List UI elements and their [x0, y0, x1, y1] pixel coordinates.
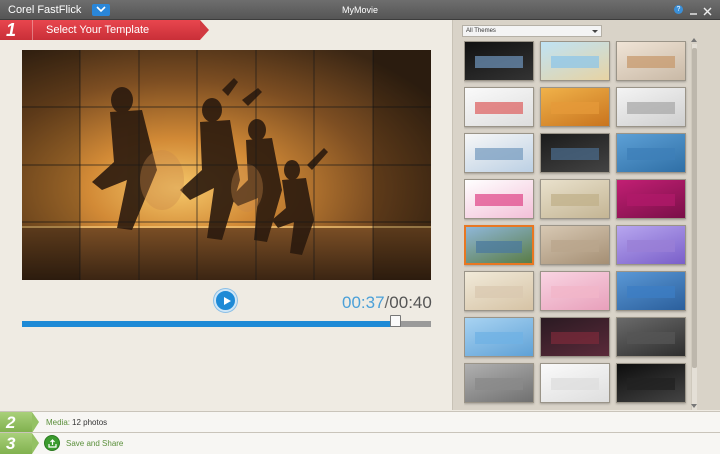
template-thumbnail[interactable] — [540, 271, 610, 311]
template-grid — [464, 41, 688, 410]
template-thumbnail[interactable] — [616, 225, 686, 265]
document-title: MyMovie — [341, 5, 378, 15]
template-thumbnail[interactable] — [616, 41, 686, 81]
template-thumbnail[interactable] — [464, 87, 534, 127]
template-thumbnail-accent — [475, 194, 523, 206]
template-thumbnail[interactable] — [464, 363, 534, 403]
template-thumbnail-accent — [627, 102, 675, 114]
template-thumbnail-accent — [476, 241, 522, 253]
template-thumbnail-accent — [551, 332, 599, 344]
template-thumbnail[interactable] — [464, 271, 534, 311]
step-divider — [32, 20, 33, 40]
template-thumbnail[interactable] — [616, 317, 686, 357]
step-2-number: 2 — [6, 413, 16, 432]
template-thumbnail-accent — [551, 286, 599, 298]
step-1-number: 1 — [6, 20, 17, 40]
template-thumbnail-accent — [551, 56, 599, 68]
template-thumbnail[interactable] — [464, 179, 534, 219]
template-thumbnail-accent — [627, 332, 675, 344]
template-thumbnail[interactable] — [616, 133, 686, 173]
step-3-number: 3 — [6, 434, 16, 453]
title-bar: Corel FastFlick MyMovie ? — [0, 0, 720, 20]
play-icon — [224, 297, 231, 305]
media-label: Media: — [46, 418, 71, 427]
total-time: 00:40 — [389, 293, 432, 312]
template-thumbnail-accent — [551, 240, 599, 252]
preview-grid-overlay — [22, 50, 431, 280]
progress-fill — [22, 321, 396, 327]
theme-filter-value: All Themes — [466, 28, 496, 34]
template-thumbnail[interactable] — [540, 133, 610, 173]
timecode: 00:37/00:40 — [342, 293, 432, 313]
template-thumbnail[interactable] — [540, 41, 610, 81]
step-3-tab: 3 — [0, 433, 39, 454]
step-2-row[interactable]: 2 Media: 12 photos — [0, 411, 720, 433]
scrollbar-thumb[interactable] — [692, 48, 697, 368]
scroll-up-icon[interactable] — [691, 38, 697, 42]
template-thumbnail[interactable] — [540, 179, 610, 219]
template-scrollbar[interactable] — [691, 44, 697, 410]
template-thumbnail-accent — [627, 240, 675, 252]
template-thumbnail-accent — [627, 56, 675, 68]
template-thumbnail-accent — [551, 378, 599, 390]
template-thumbnail[interactable] — [464, 133, 534, 173]
step-1-banner[interactable]: 1 Select Your Template — [0, 20, 209, 40]
step-3-row[interactable]: 3 Save and Share — [0, 432, 720, 454]
scroll-down-icon[interactable] — [691, 404, 697, 408]
template-thumbnail[interactable] — [540, 317, 610, 357]
close-icon[interactable] — [702, 4, 713, 16]
progress-scrubber[interactable] — [390, 315, 402, 327]
template-thumbnail-accent — [627, 286, 675, 298]
template-thumbnail-accent — [475, 286, 523, 298]
template-thumbnail-accent — [551, 102, 599, 114]
template-thumbnail-accent — [551, 194, 599, 206]
template-thumbnail[interactable] — [616, 271, 686, 311]
dropdown-arrow-icon — [592, 30, 598, 33]
share-icon — [44, 435, 60, 451]
progress-bar[interactable] — [22, 321, 431, 327]
template-thumbnail[interactable] — [464, 317, 534, 357]
step-1-label: Select Your Template — [46, 24, 150, 36]
save-and-share-label: Save and Share — [66, 439, 124, 448]
template-thumbnail-accent — [475, 56, 523, 68]
preview-window — [22, 50, 431, 280]
template-thumbnail-accent — [475, 332, 523, 344]
template-thumbnail[interactable] — [540, 363, 610, 403]
theme-filter-dropdown[interactable]: All Themes — [462, 25, 602, 37]
template-thumbnail-accent — [627, 378, 675, 390]
media-value: 12 photos — [72, 418, 108, 427]
play-button[interactable] — [214, 289, 237, 312]
template-thumbnail[interactable] — [464, 225, 534, 265]
template-thumbnail-accent — [551, 148, 599, 160]
minimize-icon[interactable] — [688, 4, 699, 15]
template-thumbnail[interactable] — [616, 87, 686, 127]
template-thumbnail[interactable] — [616, 179, 686, 219]
template-thumbnail-accent — [627, 148, 675, 160]
step-2-tab: 2 — [0, 412, 39, 433]
template-thumbnail[interactable] — [464, 41, 534, 81]
template-thumbnail[interactable] — [540, 87, 610, 127]
template-thumbnail-accent — [475, 102, 523, 114]
template-thumbnail[interactable] — [616, 363, 686, 403]
fastflick-window: Corel FastFlick MyMovie ? 1 Select Your … — [0, 0, 720, 454]
current-time: 00:37 — [342, 293, 385, 312]
help-icon[interactable]: ? — [674, 5, 683, 14]
template-thumbnail-accent — [475, 148, 523, 160]
template-thumbnail-accent — [475, 378, 523, 390]
template-thumbnail[interactable] — [540, 225, 610, 265]
template-thumbnail-accent — [627, 194, 675, 206]
